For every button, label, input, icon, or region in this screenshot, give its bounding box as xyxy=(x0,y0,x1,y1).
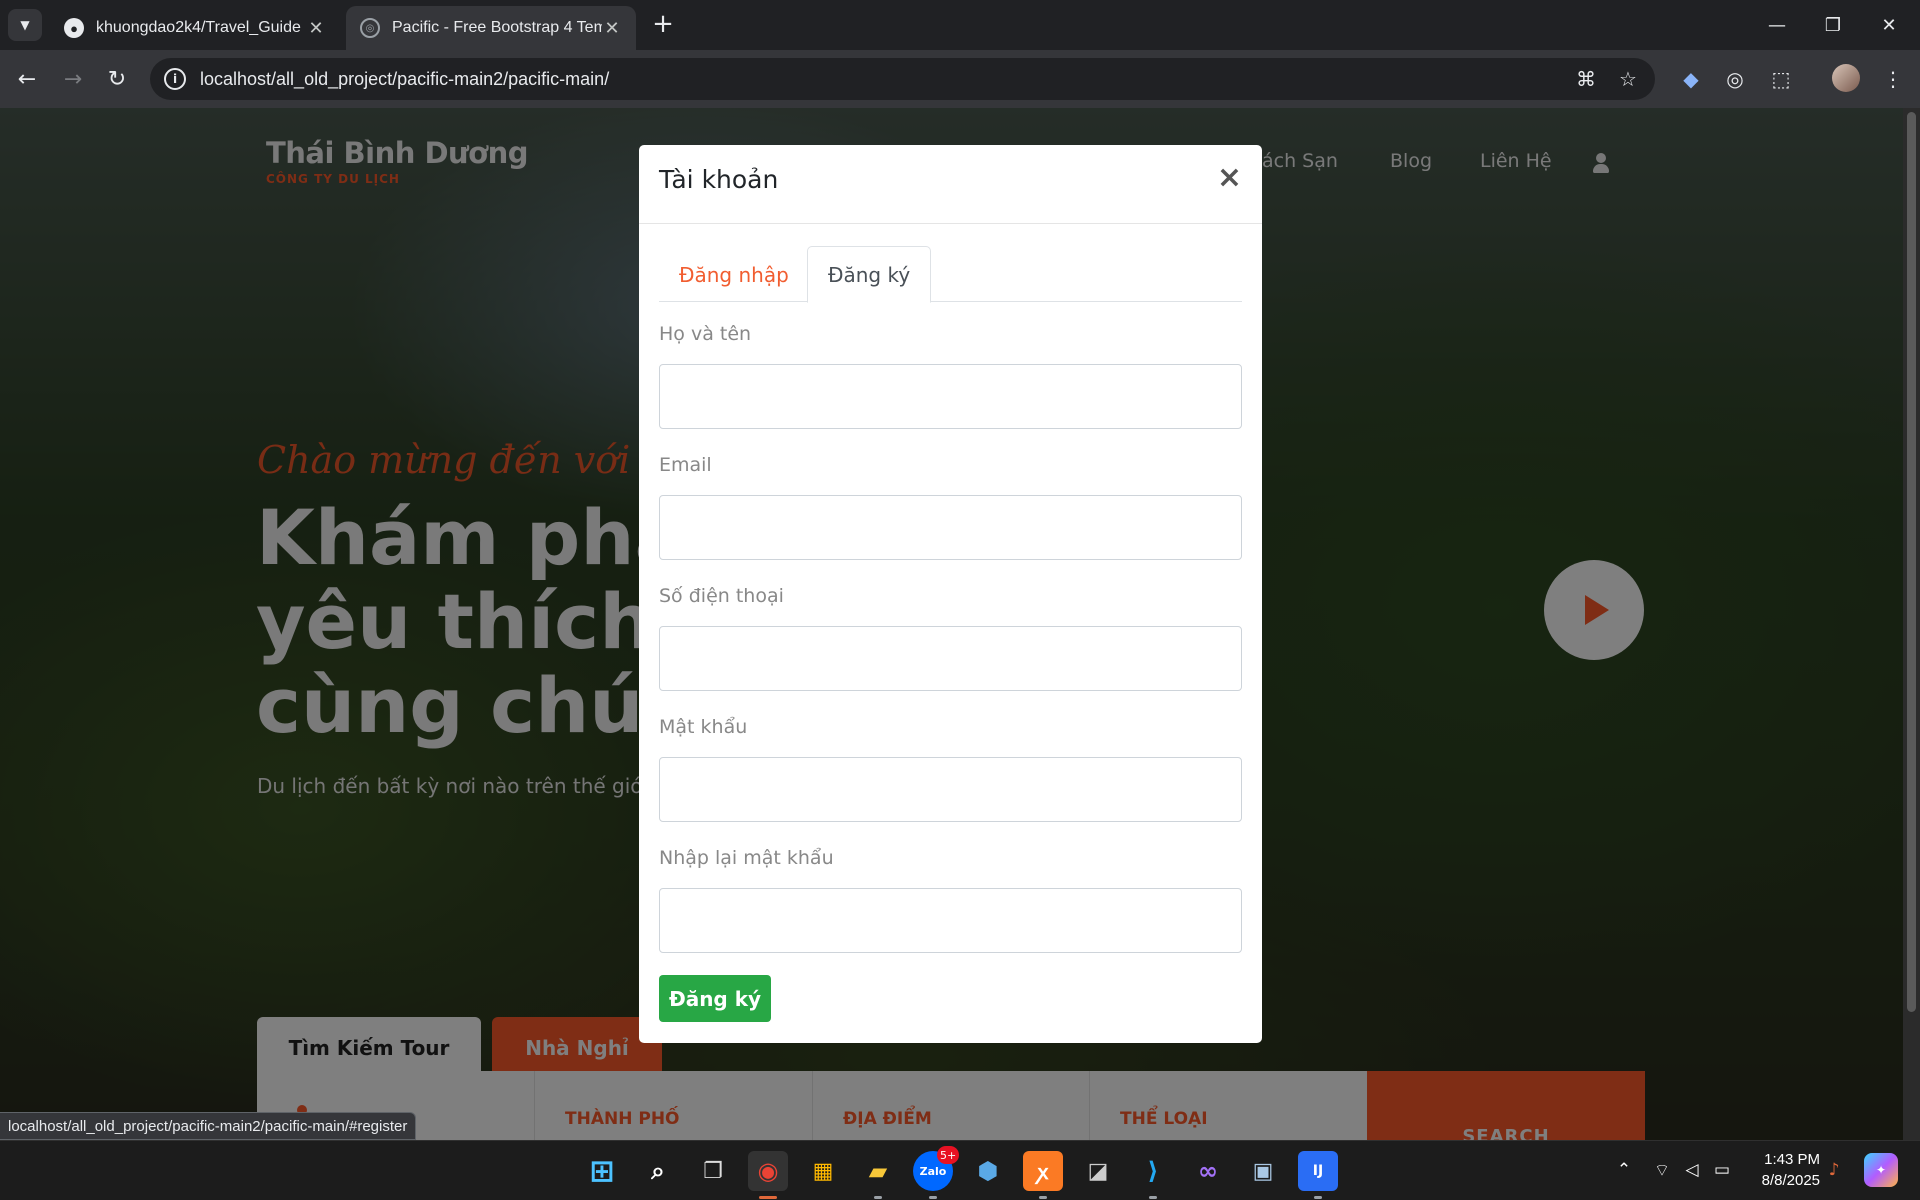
email-input[interactable] xyxy=(659,495,1242,560)
reload-button[interactable]: ↻ xyxy=(100,62,134,96)
tab-search-icon[interactable]: ▼ xyxy=(8,9,42,41)
taskbar-indicator xyxy=(929,1196,937,1199)
xampp-icon[interactable]: ꭗ xyxy=(1023,1151,1063,1191)
globe-icon: ◎ xyxy=(360,18,380,38)
site-info-icon[interactable]: i xyxy=(164,68,186,90)
tab-title: khuongdao2k4/Travel_Guide xyxy=(96,19,301,36)
password-label: Mật khẩu xyxy=(659,716,748,738)
vscode-icon[interactable]: ⟩ xyxy=(1133,1151,1173,1191)
zalo-notification-badge: 5+ xyxy=(937,1146,960,1164)
minimize-button[interactable]: — xyxy=(1752,8,1802,42)
close-tab-icon[interactable]: ✕ xyxy=(602,18,622,39)
confirm-password-input[interactable] xyxy=(659,888,1242,953)
phone-label: Số điện thoại xyxy=(659,585,784,607)
taskbar-indicator xyxy=(1314,1196,1322,1199)
compass-icon[interactable]: ◎ xyxy=(1718,62,1752,96)
confirm-password-label: Nhập lại mật khẩu xyxy=(659,847,834,869)
restore-button[interactable]: ❐ xyxy=(1808,8,1858,42)
taskbar-indicator xyxy=(874,1196,882,1199)
profile-avatar[interactable] xyxy=(1832,64,1860,92)
task-view-icon[interactable]: ❐ xyxy=(693,1151,733,1191)
forward-button[interactable]: → xyxy=(56,62,90,96)
copilot-taskbar-icon[interactable]: ✦ xyxy=(1864,1153,1898,1187)
account-modal: Tài khoản × Đăng nhập Đăng ký Họ và tên … xyxy=(639,145,1262,1043)
chevron-up-icon[interactable]: ⌃ xyxy=(1612,1158,1636,1182)
account-tabs: Đăng nhập Đăng ký xyxy=(659,246,1242,303)
store-icon[interactable]: ▦ xyxy=(803,1151,843,1191)
back-button[interactable]: ← xyxy=(10,62,44,96)
file-explorer-icon[interactable]: ▰ xyxy=(858,1151,898,1191)
chrome-icon[interactable]: ◉ xyxy=(748,1151,788,1191)
browser-tabstrip: ▼ ● khuongdao2k4/Travel_Guide ✕ ◎ Pacifi… xyxy=(0,0,1920,50)
modal-title: Tài khoản xyxy=(659,165,779,194)
chrome-menu-icon[interactable]: ⋮ xyxy=(1876,62,1910,96)
clock-time: 1:43 PM xyxy=(1764,1151,1820,1168)
address-bar[interactable]: i localhost/all_old_project/pacific-main… xyxy=(150,58,1655,100)
tab-title: Pacific - Free Bootstrap 4 Templ xyxy=(392,19,602,36)
close-tab-icon[interactable]: ✕ xyxy=(306,18,326,39)
system-clock[interactable]: 1:43 PM 8/8/2025 xyxy=(1745,1149,1820,1191)
status-bar-url: localhost/all_old_project/pacific-main2/… xyxy=(0,1112,417,1140)
bookmark-star-icon[interactable]: ☆ xyxy=(1613,64,1643,94)
close-window-button[interactable]: ✕ xyxy=(1864,8,1914,42)
browser-tab-github[interactable]: ● khuongdao2k4/Travel_Guide ✕ xyxy=(50,6,340,50)
close-icon[interactable]: × xyxy=(1217,163,1242,193)
copilot-icon[interactable]: ◆ xyxy=(1674,62,1708,96)
app-icon[interactable]: ◪ xyxy=(1078,1151,1118,1191)
windows-start-icon[interactable]: ⊞ xyxy=(582,1151,622,1191)
battery-icon[interactable]: ▭ xyxy=(1710,1158,1734,1182)
translate-icon[interactable]: ⌘ xyxy=(1571,64,1601,94)
taskbar-indicator xyxy=(1149,1196,1157,1199)
tab-register[interactable]: Đăng ký xyxy=(807,246,932,303)
cube-app-icon[interactable]: ⬢ xyxy=(968,1151,1008,1191)
wifi-icon[interactable]: ⌔ xyxy=(1650,1158,1674,1182)
volume-muted-icon[interactable]: ◁ xyxy=(1680,1158,1704,1182)
intellij-icon[interactable]: IJ xyxy=(1298,1151,1338,1191)
fullname-label: Họ và tên xyxy=(659,323,752,345)
search-icon[interactable]: ⌕ xyxy=(638,1151,678,1191)
taskbar-indicator xyxy=(759,1196,777,1199)
extensions-icon[interactable]: ⬚ xyxy=(1764,62,1798,96)
fullname-input[interactable] xyxy=(659,364,1242,429)
notification-bell-icon[interactable]: ♪ xyxy=(1822,1158,1846,1182)
new-tab-button[interactable]: + xyxy=(648,10,678,40)
taskbar-indicator xyxy=(1039,1196,1047,1199)
clock-date: 8/8/2025 xyxy=(1761,1172,1820,1189)
tab-login[interactable]: Đăng nhập xyxy=(659,246,809,303)
database-icon[interactable]: ▣ xyxy=(1243,1151,1283,1191)
browser-toolbar: ← → ↻ i localhost/all_old_project/pacifi… xyxy=(0,50,1920,108)
phone-input[interactable] xyxy=(659,626,1242,691)
github-icon: ● xyxy=(64,18,84,38)
email-label: Email xyxy=(659,454,712,476)
password-input[interactable] xyxy=(659,757,1242,822)
page-viewport: Thái Bình Dương CÔNG TY DU LỊCH ách Sạn … xyxy=(0,108,1903,1140)
visual-studio-icon[interactable]: ∞ xyxy=(1188,1151,1228,1191)
browser-tab-pacific[interactable]: ◎ Pacific - Free Bootstrap 4 Templ ✕ xyxy=(346,6,636,50)
modal-header: Tài khoản × xyxy=(639,145,1262,224)
page-scrollbar-thumb[interactable] xyxy=(1907,112,1916,1012)
url-text[interactable]: localhost/all_old_project/pacific-main2/… xyxy=(200,69,1571,90)
register-submit-button[interactable]: Đăng ký xyxy=(659,975,771,1022)
